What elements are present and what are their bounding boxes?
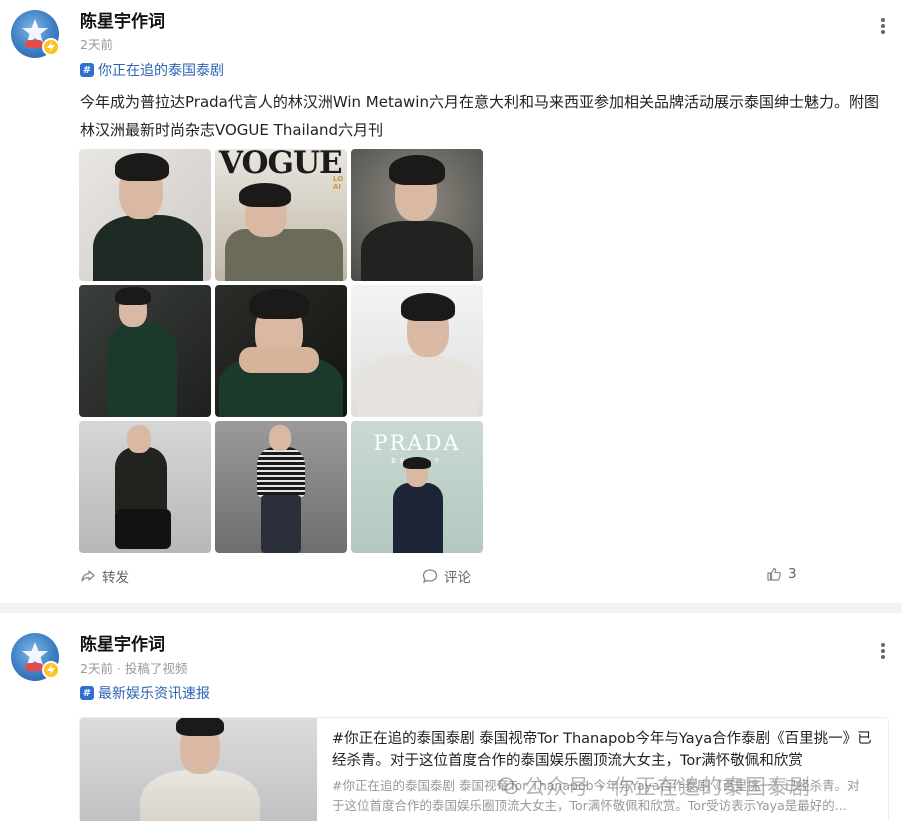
author-name[interactable]: 陈星宇作词: [80, 630, 165, 655]
photo-5[interactable]: [215, 285, 347, 417]
photo-8[interactable]: [215, 421, 347, 553]
verified-badge-icon: [42, 661, 60, 679]
hashtag-icon: #: [80, 63, 94, 77]
post-separator: [0, 603, 902, 613]
card-title: #你正在追的泰国泰剧 泰国视帝Tor Thanapob今年与Yaya合作泰剧《百…: [332, 731, 872, 769]
thumbs-up-icon: [767, 567, 781, 581]
post-text: 今年成为普拉达Prada代言人的林汉洲Win Metawin六月在意大利和马来西…: [80, 93, 879, 139]
post-card: 陈星宇作词 2天前 · 投稿了视频 # 最新娱乐资讯速报 #你正在追的泰国泰剧 …: [0, 613, 902, 821]
more-options-icon[interactable]: [876, 16, 890, 36]
post-time: 2天前 · 投稿了视频: [80, 661, 188, 676]
topic-label: 你正在追的泰国泰剧: [98, 63, 224, 79]
topic-label: 最新娱乐资讯速报: [98, 686, 210, 702]
prada-logo: PRADA: [373, 431, 461, 455]
comment-button[interactable]: 评论: [422, 566, 471, 586]
topic-tag[interactable]: # 最新娱乐资讯速报: [80, 683, 214, 703]
photo-6[interactable]: [351, 285, 483, 417]
photo-grid: VOGUE LO AI PRADA: [79, 149, 483, 553]
more-options-icon[interactable]: [876, 641, 890, 661]
watermark: 公众号 · 你正在追的泰国泰剧: [498, 771, 811, 801]
like-button[interactable]: 3: [766, 566, 797, 582]
post-card: 陈星宇作词 2天前 # 你正在追的泰国泰剧 今年成为普拉达Prada代言人的林汉…: [0, 0, 902, 603]
share-label: 转发: [102, 570, 129, 586]
hashtag-icon: #: [80, 686, 94, 700]
photo-2[interactable]: VOGUE LO AI: [215, 149, 347, 281]
photo-9[interactable]: PRADA BEAUTY: [351, 421, 483, 553]
topic-tag[interactable]: # 你正在追的泰国泰剧: [80, 60, 228, 80]
photo-4[interactable]: [79, 285, 211, 417]
wechat-icon: [498, 777, 518, 795]
share-icon: [81, 570, 95, 582]
photo-7[interactable]: [79, 421, 211, 553]
video-thumbnail[interactable]: [80, 718, 317, 821]
vogue-title: VOGUE: [219, 149, 343, 181]
post-time: 2天前: [80, 37, 113, 52]
like-count: 3: [788, 566, 797, 582]
photo-3[interactable]: [351, 149, 483, 281]
comment-label: 评论: [444, 570, 471, 586]
comment-icon: [422, 569, 438, 584]
watermark-text: 公众号 · 你正在追的泰国泰剧: [524, 775, 812, 799]
author-name[interactable]: 陈星宇作词: [80, 7, 165, 32]
cover-small-text: LO AI: [333, 175, 344, 191]
video-share-card[interactable]: #你正在追的泰国泰剧 泰国视帝Tor Thanapob今年与Yaya合作泰剧《百…: [79, 717, 889, 821]
share-button[interactable]: 转发: [80, 566, 129, 586]
verified-badge-icon: [42, 38, 60, 56]
photo-1[interactable]: [79, 149, 211, 281]
